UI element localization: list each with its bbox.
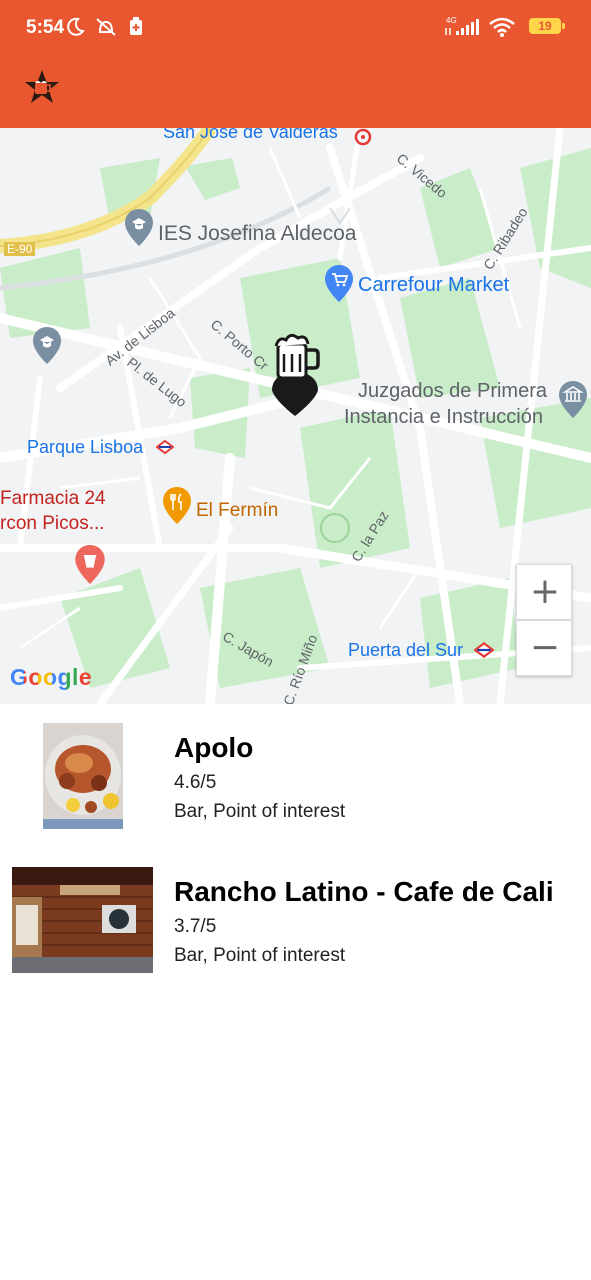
battery-saver-icon [130,17,142,35]
place-types: Bar, Point of interest [174,945,346,966]
place-types: Bar, Point of interest [174,801,346,822]
status-time: 5:54 [26,17,65,38]
map-label-juzgados-1: Juzgados de Primera [358,380,547,402]
battery-tip [562,23,565,29]
moon-icon [67,17,85,36]
place-photo [43,723,123,829]
google-logo: Google [10,664,92,691]
plus-icon: + [529,571,561,612]
place-photo [12,867,153,973]
map-label-e90: E-90 [4,242,36,256]
beer-star-logo-icon[interactable] [22,68,62,108]
map-view[interactable]: San José de Valderas C. Vicedo IES Josef… [0,128,591,704]
list-item[interactable]: Apolo 4.6/5 Bar, Point of interest [0,720,591,840]
metro-marker-icon[interactable] [156,440,174,454]
pharmacy-marker-icon[interactable] [74,544,106,586]
transit-marker-icon[interactable] [354,128,372,146]
google-attribution: Google [10,664,93,690]
zoom-in-button[interactable]: + [516,564,572,620]
map-label-carrefour: Carrefour Market [358,274,510,296]
list-item[interactable]: Rancho Latino - Cafe de Cali 3.7/5 Bar, … [0,864,591,984]
place-name: Apolo [174,732,254,763]
restaurant-marker-icon[interactable] [162,486,192,526]
courthouse-marker-icon[interactable] [558,380,588,420]
app-bar [0,56,591,128]
map-label-farmacia-2: rcon Picos... [0,513,105,534]
school-marker-icon[interactable] [32,326,62,366]
minus-icon: − [529,627,561,668]
school-marker-icon[interactable] [124,208,154,248]
mute-vibrate-icon [96,18,116,36]
map-label-farmacia-1: Farmacia 24 [0,488,106,509]
place-rating: 4.6/5 [174,772,217,793]
shopping-cart-marker-icon[interactable] [324,264,354,304]
beer-pin-marker-icon[interactable] [266,332,324,418]
place-rating: 3.7/5 [174,916,217,937]
map-label-el-fermin: El Fermín [196,500,279,521]
signal-icon [445,19,479,35]
place-name: Rancho Latino - Cafe de Cali [174,876,554,907]
status-bar: 5:54 4G 19 [0,0,591,56]
wifi-icon [489,17,515,37]
map-label-juzgados-2: Instancia e Instrucción [344,406,543,428]
map-label-puerta-sur: Puerta del Sur [348,640,464,660]
metro-marker-icon[interactable] [474,642,494,658]
map-label-san-jose: San José de Valderas [163,128,338,142]
map-label-parque-lisboa: Parque Lisboa [27,437,144,457]
battery-indicator: 19 [529,18,561,34]
zoom-out-button[interactable]: − [516,620,572,676]
map-label-ies: IES Josefina Aldecoa [158,222,357,245]
